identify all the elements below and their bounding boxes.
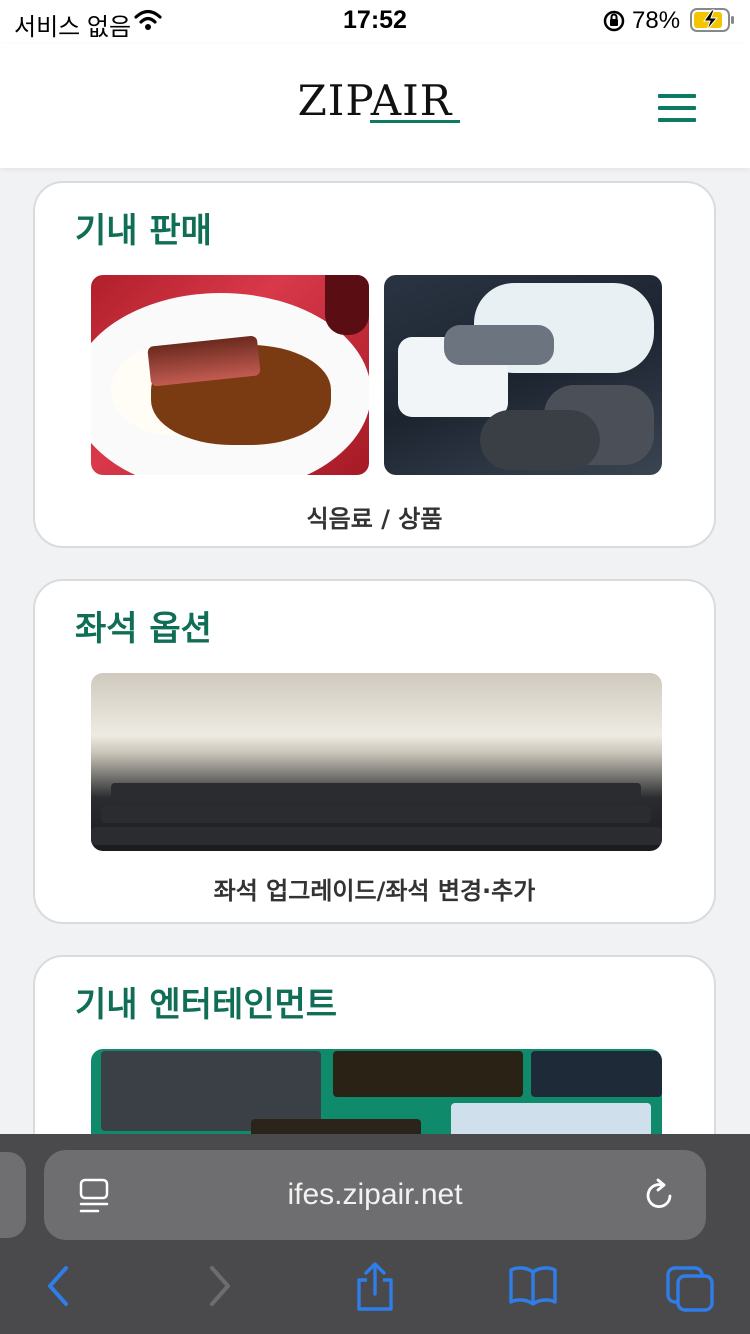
browser-toolbar: ifes.zipair.net [0, 1134, 750, 1334]
tabs-icon[interactable] [666, 1266, 714, 1316]
site-header: ZIPAIR [0, 44, 750, 168]
forward-icon[interactable] [204, 1264, 234, 1312]
zipair-logo[interactable]: ZIPAIR [0, 76, 750, 125]
address-bar[interactable]: ifes.zipair.net [44, 1150, 706, 1240]
section-title: 좌석 옵션 [75, 609, 212, 649]
seat-upgrade-link[interactable]: 좌석 업그레이드/좌석 변경·추가 [35, 871, 714, 906]
merchandise-image[interactable] [384, 275, 662, 475]
food-merch-link[interactable]: 식음료 / 상품 [35, 499, 714, 534]
food-drink-image[interactable] [91, 275, 369, 475]
bookmarks-icon[interactable] [508, 1264, 558, 1312]
orientation-lock-icon [602, 9, 626, 38]
url-text[interactable]: ifes.zipair.net [44, 1178, 706, 1212]
section-title: 기내 엔터테인먼트 [75, 985, 338, 1025]
share-icon[interactable] [354, 1262, 396, 1316]
previous-tab-preview[interactable] [0, 1152, 26, 1238]
cabin-seats-image[interactable] [91, 673, 662, 851]
status-bar: 서비스 없음 17:52 78% [0, 0, 750, 44]
back-icon[interactable] [44, 1264, 74, 1312]
battery-charging-icon [690, 8, 736, 32]
seat-options-card[interactable]: 좌석 옵션 좌석 업그레이드/좌석 변경·추가 [33, 579, 716, 924]
hamburger-menu-icon[interactable] [658, 94, 696, 122]
battery-percent: 78% [632, 7, 681, 34]
reload-icon[interactable] [644, 1178, 676, 1216]
logo-underline [370, 120, 460, 123]
inflight-sales-card[interactable]: 기내 판매 식음료 / 상품 [33, 181, 716, 548]
section-title: 기내 판매 [75, 211, 212, 251]
